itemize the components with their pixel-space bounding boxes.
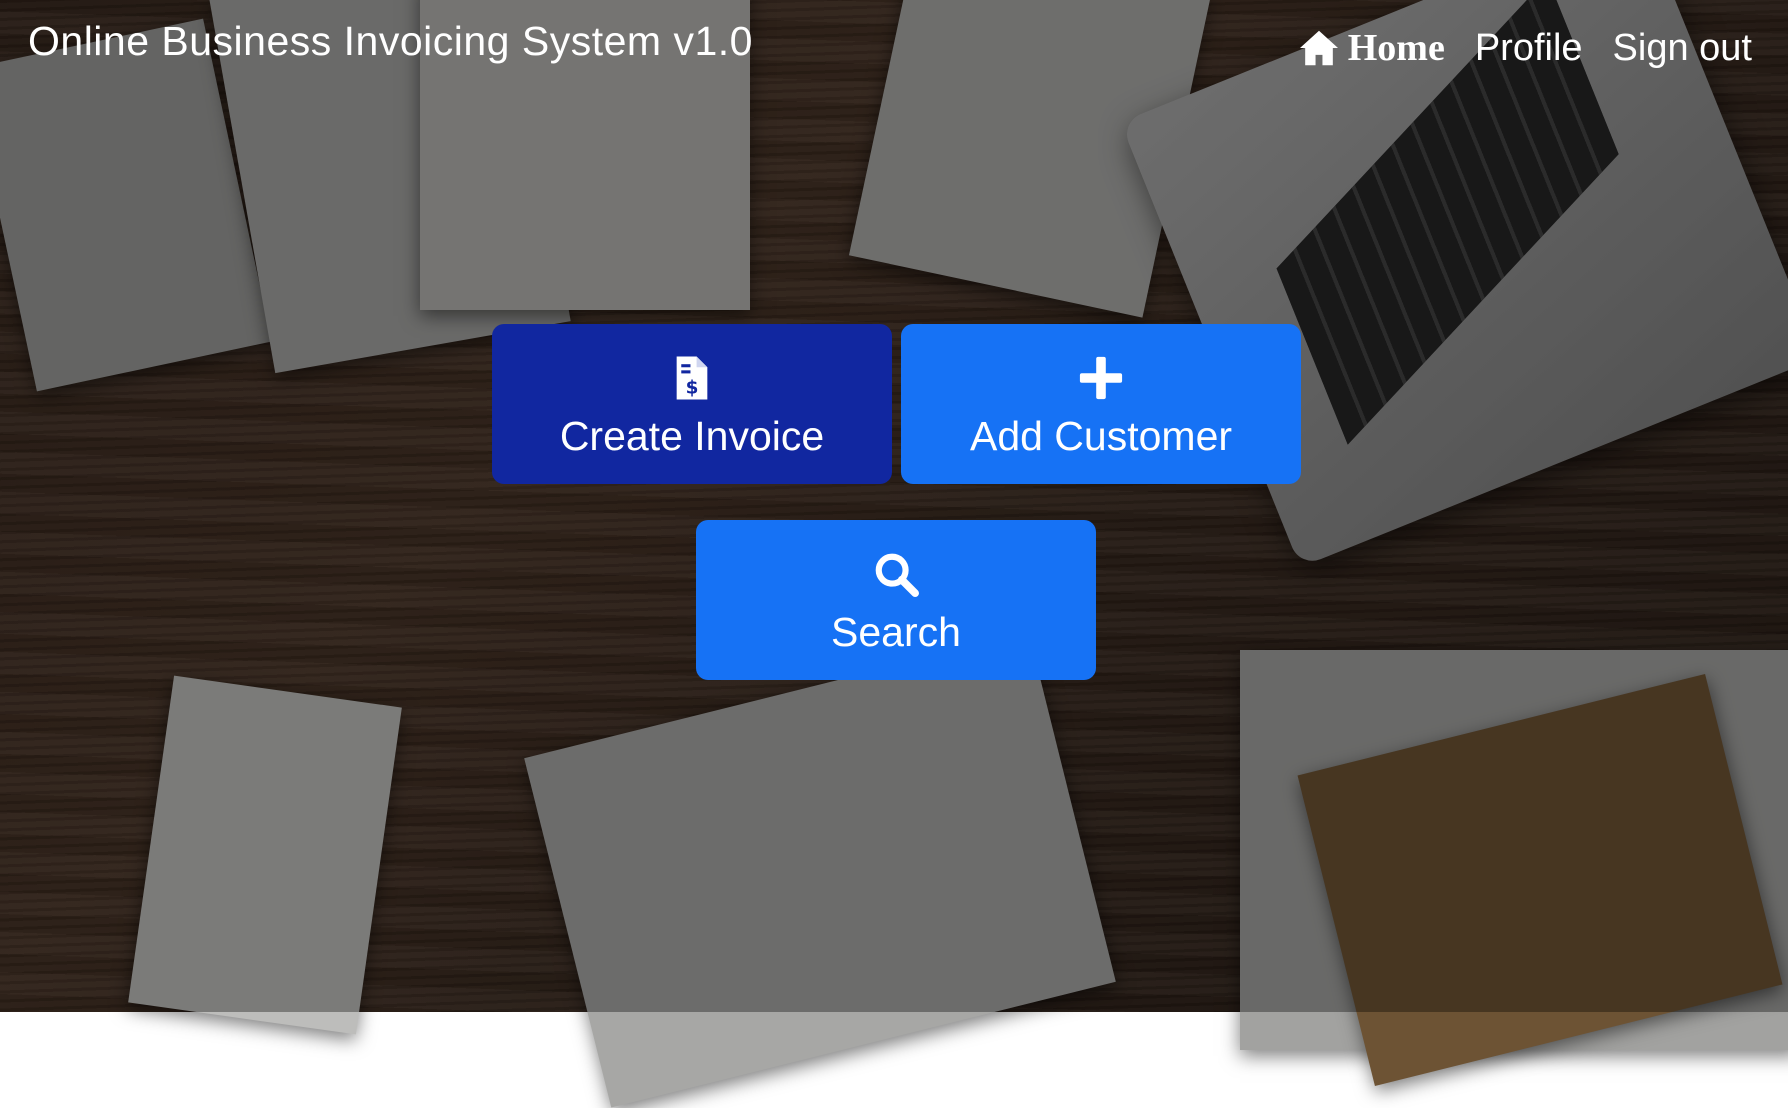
nav-home-link[interactable]: Home	[1298, 26, 1445, 70]
top-nav: Home Profile Sign out	[1298, 26, 1752, 70]
app-title: Online Business Invoicing System v1.0	[28, 18, 753, 64]
plus-icon	[1079, 356, 1123, 400]
search-label: Search	[831, 609, 961, 655]
svg-text:$: $	[686, 377, 699, 398]
add-customer-button[interactable]: Add Customer	[901, 324, 1301, 484]
create-invoice-label: Create Invoice	[559, 413, 825, 459]
nav-profile-link[interactable]: Profile	[1475, 27, 1583, 70]
search-button[interactable]: Search	[696, 520, 1096, 680]
create-invoice-button[interactable]: $ Create Invoice	[492, 324, 892, 484]
add-customer-label: Add Customer	[969, 413, 1233, 459]
invoice-dollar-icon: $	[676, 356, 708, 400]
search-icon	[875, 553, 919, 597]
home-icon	[1299, 30, 1338, 66]
nav-signout-link[interactable]: Sign out	[1613, 27, 1752, 70]
background-overlay	[0, 0, 1788, 1012]
nav-home-label: Home	[1347, 27, 1445, 69]
